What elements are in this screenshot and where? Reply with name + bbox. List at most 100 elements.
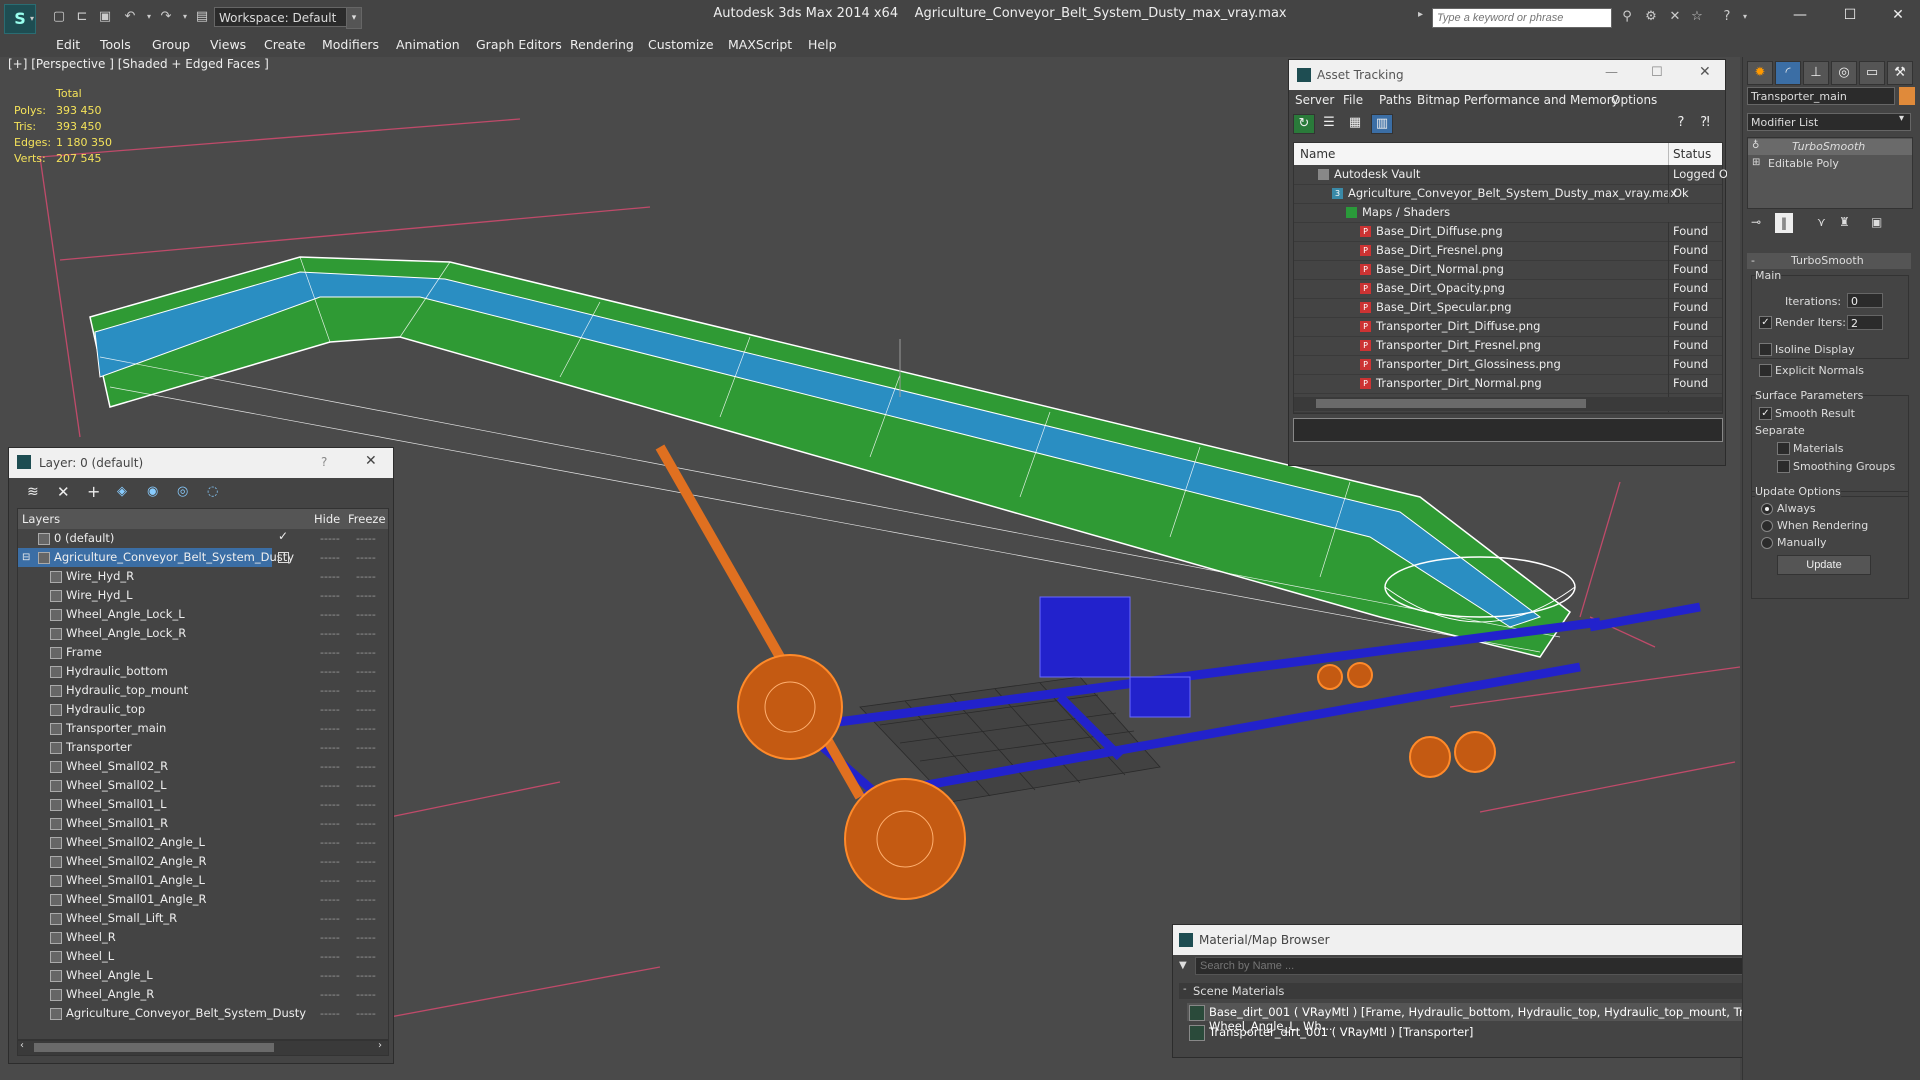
asset-row[interactable]: 3 Agriculture_Conveyor_Belt_System_Dusty_… <box>1294 184 1722 204</box>
configure-modifier-sets-icon[interactable]: ▣ <box>1871 215 1882 229</box>
layer-hide-toggle[interactable]: ----- <box>320 624 340 643</box>
workspace-dropdown-arrow-icon[interactable]: ▾ <box>346 7 362 29</box>
asset-menu-paths[interactable]: Paths <box>1379 93 1412 107</box>
layer-scroll-thumb[interactable] <box>34 1043 274 1052</box>
explicit-normals-checkbox[interactable] <box>1759 364 1772 377</box>
layer-hide-toggle[interactable]: ----- <box>320 643 340 662</box>
layer-hide-toggle[interactable]: ----- <box>320 681 340 700</box>
update-always-radio[interactable] <box>1761 503 1773 515</box>
menu-edit[interactable]: Edit <box>56 37 80 52</box>
show-end-result-icon[interactable]: ‖ <box>1775 213 1793 233</box>
layer-delete-icon[interactable]: ✕ <box>57 483 70 501</box>
new-file-icon[interactable]: ▢ <box>50 8 68 26</box>
layer-add-selection-icon[interactable]: ◈ <box>117 484 127 499</box>
workspace-dropdown[interactable]: Workspace: Default <box>214 7 358 27</box>
layer-freeze-toggle[interactable]: ----- <box>356 928 376 947</box>
layer-freeze-toggle[interactable]: ----- <box>356 966 376 985</box>
isoline-display-checkbox[interactable] <box>1759 343 1772 356</box>
layer-hide-toggle[interactable]: ----- <box>320 738 340 757</box>
motion-tab-icon[interactable]: ◎ <box>1831 61 1857 85</box>
asset-row[interactable]: P Transporter_Dirt_Normal.png Found <box>1294 374 1722 394</box>
layer-freeze-toggle[interactable]: ----- <box>356 586 376 605</box>
asset-status-column-header[interactable]: Status <box>1668 143 1711 165</box>
layers-column-header[interactable]: Layers <box>22 509 60 529</box>
layer-select-icon[interactable]: ≋ <box>27 484 39 500</box>
menu-views[interactable]: Views <box>210 37 246 52</box>
layer-hide-toggle[interactable]: ----- <box>320 567 340 586</box>
object-name-field[interactable]: Transporter_main <box>1747 87 1895 105</box>
layer-freeze-toggle[interactable]: ----- <box>356 833 376 852</box>
hierarchy-tab-icon[interactable]: ⊥ <box>1803 61 1829 85</box>
asset-tracking-titlebar[interactable]: Asset Tracking — ☐ ✕ <box>1289 60 1725 90</box>
layer-freeze-toggle[interactable]: ----- <box>356 909 376 928</box>
expand-plus-icon[interactable]: ⊞ <box>1752 157 1760 168</box>
layer-hide-toggle[interactable]: ----- <box>320 795 340 814</box>
iterations-spinner[interactable]: 0 <box>1847 293 1883 308</box>
asset-row[interactable]: P Base_Dirt_Fresnel.png Found <box>1294 241 1722 261</box>
layer-freeze-toggle[interactable]: ----- <box>356 1004 376 1023</box>
layer-hide-all-icon[interactable]: ◌ <box>207 484 218 499</box>
asset-scroll-thumb[interactable] <box>1316 399 1586 408</box>
asset-path-field[interactable] <box>1293 418 1723 442</box>
remove-modifier-icon[interactable]: ♜ <box>1839 215 1850 229</box>
redo-icon[interactable]: ↷ <box>157 8 175 26</box>
help-icon[interactable]: ? <box>1718 8 1736 26</box>
modifier-stack-item[interactable]: ⊞ Editable Poly <box>1748 156 1912 172</box>
asset-table-view-icon[interactable]: ▥ <box>1371 114 1393 134</box>
layer-row[interactable]: ⊟ Agriculture_Conveyor_Belt_System_Dusty <box>18 548 294 567</box>
layer-help-icon[interactable]: ? <box>321 455 327 469</box>
favorites-star-icon[interactable]: ☆ <box>1688 8 1706 26</box>
asset-row[interactable]: P Transporter_Dirt_Glossiness.png Found <box>1294 355 1722 375</box>
utilities-tab-icon[interactable]: ⚒ <box>1887 61 1913 85</box>
asset-row[interactable]: P Base_Dirt_Opacity.png Found <box>1294 279 1722 299</box>
update-manually-radio[interactable] <box>1761 537 1773 549</box>
app-menu-arrow-icon[interactable]: ▾ <box>30 14 34 23</box>
layer-hide-toggle[interactable]: ----- <box>320 814 340 833</box>
layer-hide-toggle[interactable]: ----- <box>320 700 340 719</box>
layer-close-icon[interactable]: ✕ <box>365 453 377 469</box>
lightbulb-icon[interactable]: ♁ <box>1752 140 1759 151</box>
asset-row[interactable]: P Base_Dirt_Normal.png Found <box>1294 260 1722 280</box>
layer-freeze-toggle[interactable]: ----- <box>356 985 376 1004</box>
layer-hide-toggle[interactable]: ----- <box>320 776 340 795</box>
asset-menu-options[interactable]: Options <box>1611 93 1657 107</box>
asset-help-icon[interactable]: ? <box>1671 114 1691 132</box>
layer-add-icon[interactable]: + <box>87 482 100 501</box>
layer-hide-toggle[interactable]: ----- <box>320 548 340 567</box>
menu-customize[interactable]: Customize <box>648 37 714 52</box>
create-tab-icon[interactable]: ✹ <box>1747 61 1773 85</box>
layer-hide-toggle[interactable]: ----- <box>320 966 340 985</box>
layer-freeze-toggle[interactable]: ----- <box>356 738 376 757</box>
layer-hide-toggle[interactable]: ----- <box>320 852 340 871</box>
asset-row[interactable]: P Base_Dirt_Diffuse.png Found <box>1294 222 1722 242</box>
layer-hide-toggle[interactable]: ----- <box>320 985 340 1004</box>
layer-collapse-icon[interactable]: ⊟ <box>22 548 30 567</box>
display-tab-icon[interactable]: ▭ <box>1859 61 1885 85</box>
layer-freeze-toggle[interactable]: ----- <box>356 947 376 966</box>
render-iters-spinner[interactable]: 2 <box>1847 315 1883 330</box>
search-expand-icon[interactable]: ▸ <box>1418 9 1430 27</box>
redo-dropdown-icon[interactable]: ▾ <box>176 8 194 26</box>
render-iters-checkbox[interactable]: ✓ <box>1759 316 1772 329</box>
maximize-window-icon[interactable]: ☐ <box>1830 4 1870 26</box>
make-unique-icon[interactable]: ⋎ <box>1817 215 1826 229</box>
turbosmooth-rollout-header[interactable]: - TurboSmooth <box>1747 253 1911 269</box>
menu-animation[interactable]: Animation <box>396 37 460 52</box>
asset-horizontal-scrollbar[interactable] <box>1294 397 1722 411</box>
layer-freeze-toggle[interactable]: ----- <box>356 757 376 776</box>
update-button[interactable]: Update <box>1777 555 1871 575</box>
layer-freeze-toggle[interactable]: ----- <box>356 567 376 586</box>
layer-highlight-icon[interactable]: ◎ <box>177 484 188 499</box>
layer-hide-toggle[interactable]: ----- <box>320 586 340 605</box>
layer-freeze-toggle[interactable]: ----- <box>356 529 376 548</box>
asset-list-view-icon[interactable]: ☰ <box>1319 114 1339 132</box>
save-file-icon[interactable]: ▣ <box>96 8 114 26</box>
layer-select-objects-icon[interactable]: ◉ <box>147 484 158 499</box>
layer-freeze-toggle[interactable]: ----- <box>356 700 376 719</box>
asset-menu-server[interactable]: Server <box>1295 93 1334 107</box>
modifier-stack-item[interactable]: ♁ TurboSmooth <box>1748 139 1912 155</box>
asset-menu-bitmap-performance[interactable]: Bitmap Performance and Memory <box>1417 93 1619 107</box>
menu-create[interactable]: Create <box>264 37 306 52</box>
keyword-search-input[interactable] <box>1432 8 1612 28</box>
asset-row[interactable]: P Transporter_Dirt_Diffuse.png Found <box>1294 317 1722 337</box>
